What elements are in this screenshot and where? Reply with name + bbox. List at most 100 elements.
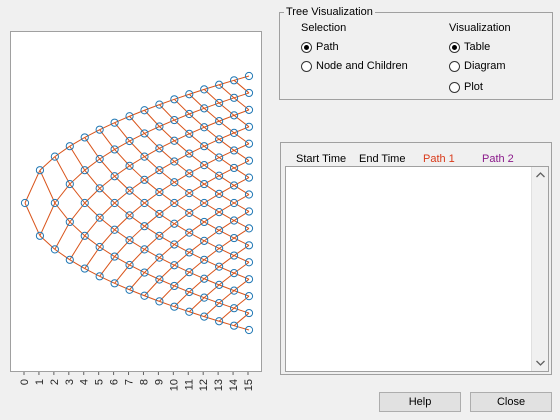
scroll-up-icon[interactable] [532, 167, 548, 183]
tree-edge [218, 202, 235, 213]
tree-edge [189, 145, 205, 155]
tree-edge [129, 190, 145, 204]
tree-edge [233, 194, 250, 204]
tree-edge [218, 84, 235, 99]
tree-edge [188, 202, 205, 214]
tree-edge [159, 191, 175, 204]
tree-edge [188, 172, 205, 185]
tree-edge [233, 261, 250, 274]
tree-edge [218, 185, 235, 195]
tree-edge [129, 239, 145, 250]
tree-edge [233, 132, 250, 145]
tree-edge [218, 237, 235, 249]
tree-edge [129, 202, 145, 216]
tree-edge [218, 138, 235, 151]
tree-edge [188, 221, 205, 234]
tree-edge [39, 156, 56, 171]
tree-edge [24, 202, 41, 236]
tree-edge [69, 169, 86, 185]
tree-edge [203, 266, 220, 280]
tree-edge [218, 102, 235, 116]
x-tick-label: 10 [168, 379, 180, 391]
tree-edge [159, 202, 175, 215]
tree-edge [174, 252, 190, 266]
radio-table[interactable]: Table [449, 41, 490, 54]
tree-edge [144, 213, 160, 227]
tree-edge [174, 181, 190, 194]
help-button[interactable]: Help [379, 392, 461, 412]
tree-edge [144, 272, 160, 280]
tree-edge [99, 175, 115, 189]
tree-edge [218, 193, 235, 204]
tree-edge [129, 132, 145, 142]
radio-diagram[interactable]: Diagram [449, 60, 506, 73]
tree-edge [159, 161, 175, 171]
tree-edge [144, 156, 160, 171]
tree-edge [203, 89, 220, 104]
radio-indicator[interactable] [449, 82, 460, 93]
radio-node-and-children[interactable]: Node and Children [301, 60, 408, 73]
tree-edge [144, 147, 160, 158]
tree-edge [54, 156, 71, 185]
tree-edge [114, 229, 130, 241]
tree-edge [218, 290, 235, 304]
tree-edge [188, 278, 205, 293]
tree-edge [129, 225, 145, 241]
x-tick-label: 5 [94, 379, 106, 385]
tree-edge [203, 302, 220, 317]
tree-edge [218, 167, 235, 177]
tree-edge [233, 160, 250, 169]
tree-edge [159, 223, 175, 237]
column-path-1: Path 1 [423, 153, 455, 165]
tree-edge [233, 150, 250, 162]
tree-edge [218, 307, 235, 322]
tree-edge [99, 122, 115, 131]
tree-edge [174, 212, 190, 225]
tree-edge [173, 271, 190, 287]
close-button[interactable]: Close [470, 392, 552, 412]
scroll-down-icon[interactable] [532, 355, 548, 371]
tree-edge [24, 170, 41, 204]
radio-indicator[interactable] [301, 61, 312, 72]
radio-path[interactable]: Path [301, 41, 339, 54]
x-tick-label: 2 [49, 379, 61, 385]
radio-indicator[interactable] [449, 42, 460, 53]
radio-indicator[interactable] [449, 61, 460, 72]
x-tick-label: 1 [34, 379, 46, 385]
tree-edge [203, 202, 220, 213]
radio-indicator[interactable] [301, 42, 312, 53]
tree-edge [188, 153, 205, 166]
tree-edge [233, 185, 250, 195]
tree-edge [84, 129, 100, 138]
tree-edge [84, 268, 100, 277]
tree-edge [69, 221, 86, 237]
visualization-heading: Visualization [449, 22, 511, 34]
tree-visualization-title: Tree Visualization [284, 6, 375, 18]
tree-edge [144, 169, 160, 181]
tree-edge [203, 211, 220, 223]
tree-edge [159, 169, 175, 183]
tree-edge [99, 217, 115, 231]
tree-edge [233, 220, 250, 229]
vertical-scrollbar[interactable] [531, 167, 548, 371]
tree-edge [233, 79, 250, 94]
tree-edge [174, 192, 190, 204]
tree-edge [69, 136, 85, 147]
tree-edge [129, 156, 145, 167]
tree-edge [99, 149, 115, 160]
tree-edge [144, 225, 160, 237]
path-table-list[interactable] [285, 166, 549, 372]
tree-edge [188, 240, 205, 253]
tree-edge [159, 181, 175, 193]
x-tick-label: 13 [213, 379, 225, 391]
tree-edge [203, 107, 220, 122]
tree-edge [144, 202, 160, 215]
tree-edge [218, 248, 235, 257]
radio-plot[interactable]: Plot [449, 81, 483, 94]
column-start-time: Start Time [296, 153, 347, 165]
selection-heading: Selection [301, 22, 347, 34]
tree-edge [144, 191, 160, 204]
tree-edge [114, 190, 130, 204]
tree-edge [159, 147, 175, 162]
tree-edge [174, 264, 190, 273]
